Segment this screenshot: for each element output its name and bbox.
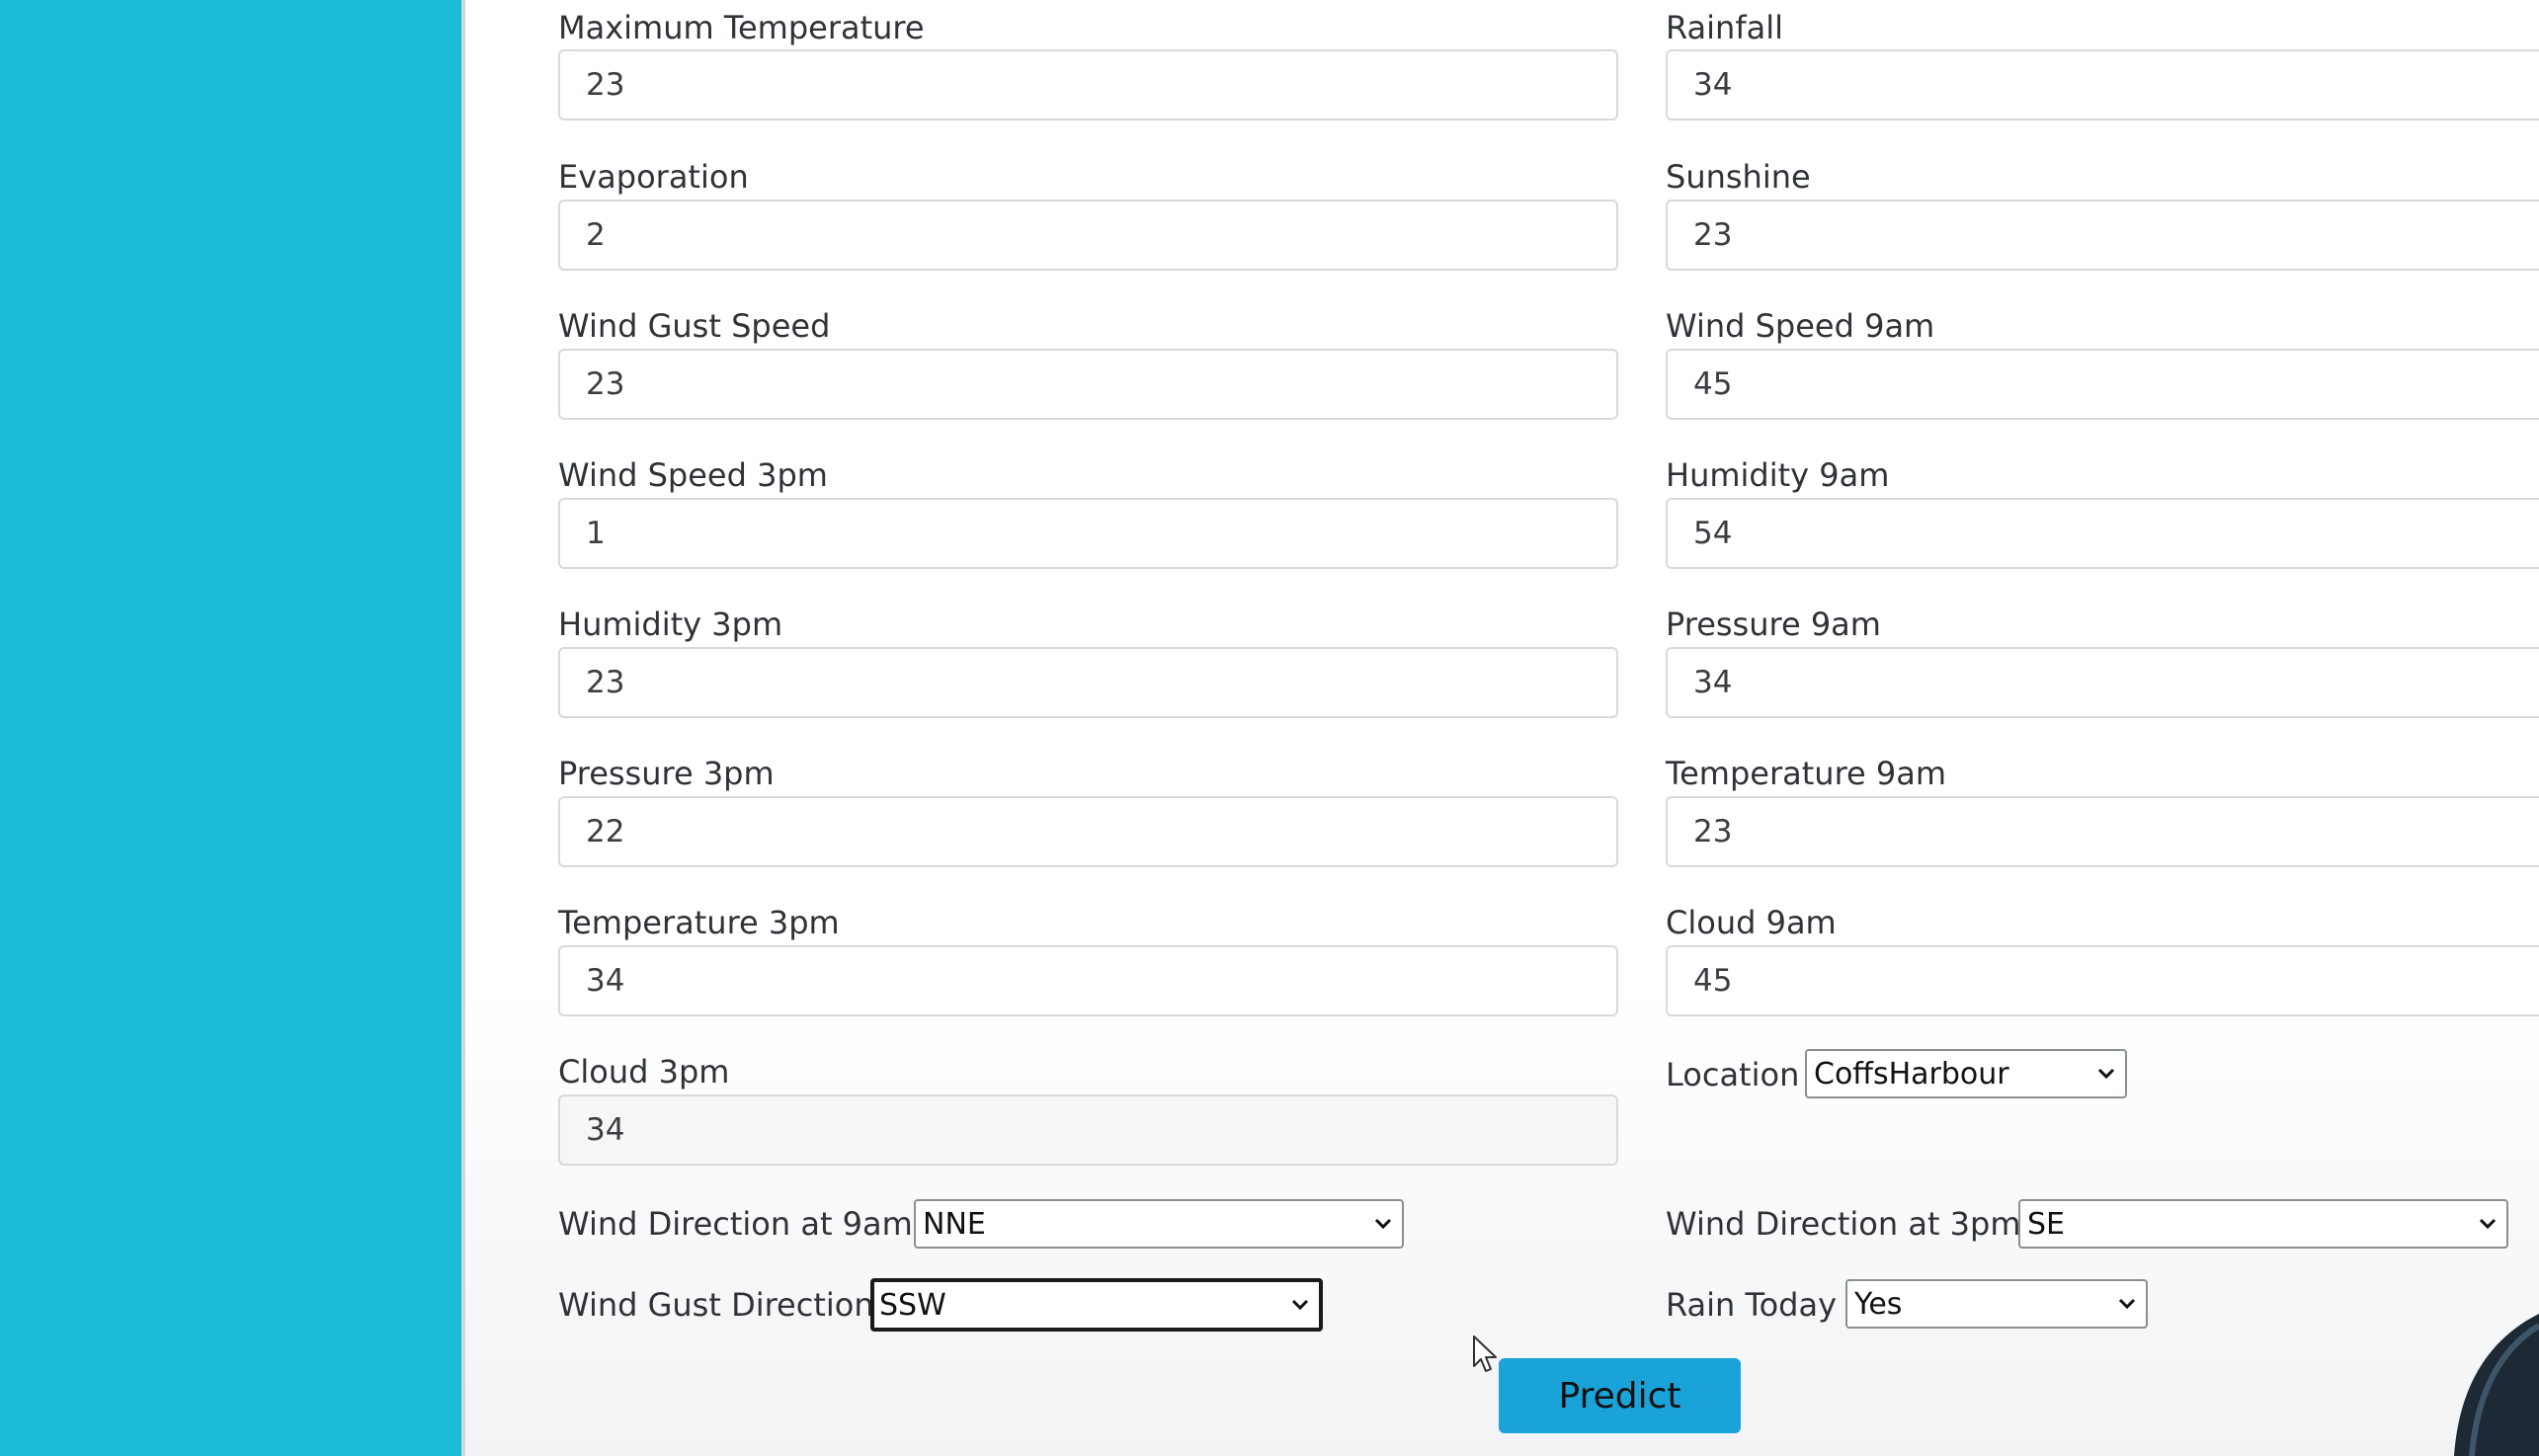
label-rain-today: Rain Today bbox=[1666, 1286, 1838, 1324]
label-temperature-9am: Temperature 9am bbox=[1666, 755, 1947, 792]
wind-direction-3pm-select[interactable]: SE bbox=[2018, 1199, 2508, 1249]
input-humidity-9am[interactable] bbox=[1666, 498, 2539, 569]
input-cloud-9am[interactable] bbox=[1666, 945, 2539, 1016]
input-humidity-3pm[interactable] bbox=[558, 647, 1618, 718]
location-select[interactable]: CoffsHarbour bbox=[1805, 1049, 2127, 1098]
predict-button[interactable]: Predict bbox=[1499, 1358, 1741, 1433]
label-wind-gust-speed: Wind Gust Speed bbox=[558, 307, 831, 345]
input-wind-speed-3pm[interactable] bbox=[558, 498, 1618, 569]
chevron-down-icon bbox=[2469, 1201, 2506, 1247]
label-humidity-9am: Humidity 9am bbox=[1666, 456, 1890, 494]
rain-today-value: Yes bbox=[1854, 1286, 1903, 1322]
label-rainfall: Rainfall bbox=[1666, 9, 1783, 46]
label-cloud-9am: Cloud 9am bbox=[1666, 904, 1837, 941]
label-maximum-temperature: Maximum Temperature bbox=[558, 9, 925, 46]
chevron-down-icon bbox=[1281, 1282, 1319, 1328]
wind-direction-3pm-value: SE bbox=[2027, 1206, 2065, 1242]
input-rainfall[interactable] bbox=[1666, 49, 2539, 121]
input-maximum-temperature[interactable] bbox=[558, 49, 1618, 121]
wind-direction-9am-value: NNE bbox=[923, 1206, 986, 1242]
chevron-down-icon bbox=[2108, 1281, 2146, 1327]
label-wind-gust-direction: Wind Gust Direction bbox=[558, 1286, 874, 1324]
input-evaporation[interactable] bbox=[558, 200, 1618, 271]
sidebar-panel bbox=[0, 0, 461, 1456]
wind-gust-direction-value: SSW bbox=[879, 1287, 946, 1323]
location-select-value: CoffsHarbour bbox=[1814, 1056, 2009, 1092]
chevron-down-icon bbox=[1364, 1201, 1402, 1247]
label-pressure-3pm: Pressure 3pm bbox=[558, 755, 775, 792]
label-wind-direction-9am: Wind Direction at 9am bbox=[558, 1205, 913, 1243]
label-wind-direction-3pm: Wind Direction at 3pm bbox=[1666, 1205, 2021, 1243]
label-wind-speed-9am: Wind Speed 9am bbox=[1666, 307, 1935, 345]
label-evaporation: Evaporation bbox=[558, 158, 749, 196]
wind-gust-direction-select[interactable]: SSW bbox=[870, 1278, 1323, 1332]
wind-direction-9am-select[interactable]: NNE bbox=[914, 1199, 1404, 1249]
input-temperature-9am[interactable] bbox=[1666, 796, 2539, 867]
input-wind-gust-speed[interactable] bbox=[558, 349, 1618, 420]
label-location: Location bbox=[1666, 1056, 1800, 1093]
input-sunshine[interactable] bbox=[1666, 200, 2539, 271]
chevron-down-icon bbox=[2088, 1051, 2125, 1096]
label-pressure-9am: Pressure 9am bbox=[1666, 606, 1881, 643]
label-sunshine: Sunshine bbox=[1666, 158, 1811, 196]
label-wind-speed-3pm: Wind Speed 3pm bbox=[558, 456, 828, 494]
corner-decoration-graphic bbox=[2454, 1314, 2539, 1456]
label-cloud-3pm: Cloud 3pm bbox=[558, 1053, 730, 1091]
input-temperature-3pm[interactable] bbox=[558, 945, 1618, 1016]
label-humidity-3pm: Humidity 3pm bbox=[558, 606, 783, 643]
mouse-cursor-icon bbox=[1473, 1335, 1497, 1372]
label-temperature-3pm: Temperature 3pm bbox=[558, 904, 840, 941]
input-cloud-3pm[interactable] bbox=[558, 1094, 1618, 1166]
input-wind-speed-9am[interactable] bbox=[1666, 349, 2539, 420]
input-pressure-9am[interactable] bbox=[1666, 647, 2539, 718]
input-pressure-3pm[interactable] bbox=[558, 796, 1618, 867]
rain-today-select[interactable]: Yes bbox=[1845, 1279, 2148, 1329]
